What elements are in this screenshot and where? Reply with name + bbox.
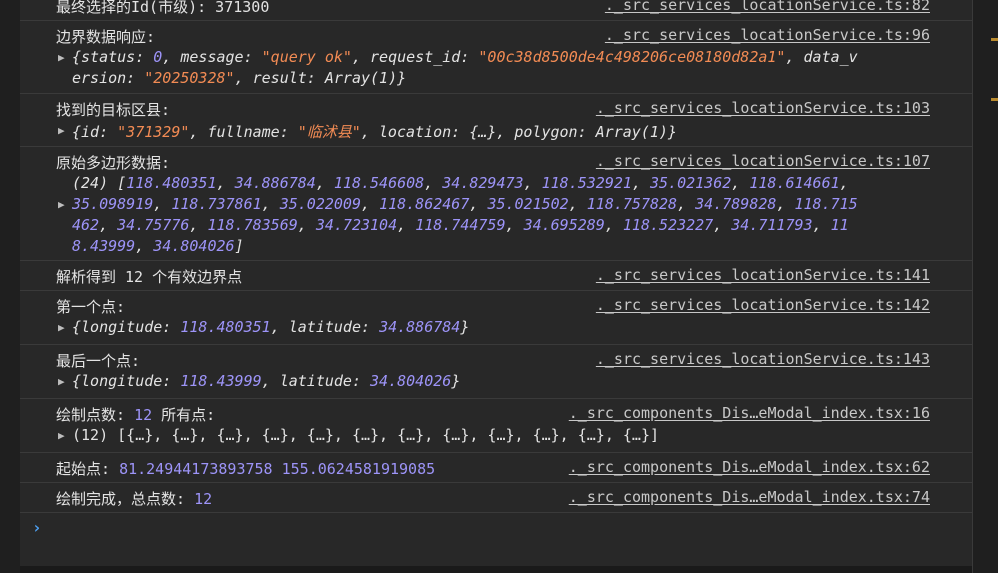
log-entry: 第一个点: ._src_services_locationService.ts:… (20, 290, 972, 345)
log-message: 边界数据响应: (56, 28, 156, 46)
log-message: 绘制完成，总点数: 12 (56, 490, 213, 508)
log-message: 原始多边形数据: (56, 154, 171, 172)
array-preview-row[interactable]: (24) [118.480351, 34.886784, 118.546608,… (72, 174, 849, 192)
left-gutter (0, 0, 20, 573)
expand-triangle-icon[interactable]: ▶ (58, 321, 65, 334)
source-link[interactable]: ._src_services_locationService.ts:82 (605, 0, 930, 14)
source-link[interactable]: ._src_components_Dis…eModal_index.tsx:74 (569, 488, 930, 506)
console-panel: 最终选择的Id(市级): 371300 ._src_services_locat… (20, 0, 972, 573)
log-message: 绘制点数: 12 所有点: (56, 406, 216, 424)
log-entry: 原始多边形数据: ._src_services_locationService.… (20, 146, 972, 261)
log-entry: 解析得到 12 个有效边界点 ._src_services_locationSe… (20, 260, 972, 291)
log-message: 第一个点: (56, 298, 126, 316)
log-entry: 绘制点数: 12 所有点: ._src_components_Dis…eModa… (20, 398, 972, 453)
console-prompt[interactable]: › (32, 518, 42, 537)
log-message: 最后一个点: (56, 352, 141, 370)
object-preview[interactable]: {longitude: 118.43999, latitude: 34.8040… (72, 372, 460, 390)
log-message: 解析得到 12 个有效边界点 (56, 268, 243, 286)
expand-triangle-icon[interactable]: ▶ (58, 375, 65, 388)
expand-triangle-icon[interactable]: ▶ (58, 51, 65, 64)
array-preview-row: 462, 34.75776, 118.783569, 34.723104, 11… (72, 216, 849, 234)
bottom-strip (20, 566, 972, 573)
source-link[interactable]: ._src_services_locationService.ts:142 (596, 296, 930, 314)
source-link[interactable]: ._src_components_Dis…eModal_index.tsx:62 (569, 458, 930, 476)
log-message: 找到的目标区县: (56, 101, 171, 119)
object-preview[interactable]: {status: 0, message: "query ok", request… (72, 48, 858, 66)
log-entry: 最后一个点: ._src_services_locationService.ts… (20, 344, 972, 399)
log-message: 起始点: 81.24944173893758 155.0624581919085 (56, 460, 436, 478)
source-link[interactable]: ._src_services_locationService.ts:103 (596, 99, 930, 117)
source-link[interactable]: ._src_services_locationService.ts:143 (596, 350, 930, 368)
log-entry: 边界数据响应: ._src_services_locationService.t… (20, 20, 972, 94)
warning-marker (991, 98, 998, 101)
object-preview-wrap: ersion: "20250328", result: Array(1)} (72, 69, 407, 87)
source-link[interactable]: ._src_services_locationService.ts:96 (605, 26, 930, 44)
log-message: 最终选择的Id(市级): 371300 (56, 0, 270, 16)
object-preview[interactable]: {id: "371329", fullname: "临沭县", location… (72, 121, 677, 142)
source-link[interactable]: ._src_services_locationService.ts:107 (596, 152, 930, 170)
source-link[interactable]: ._src_components_Dis…eModal_index.tsx:16 (569, 404, 930, 422)
log-entry: 绘制完成，总点数: 12 ._src_components_Dis…eModal… (20, 482, 972, 513)
object-preview[interactable]: {longitude: 118.480351, latitude: 34.886… (72, 318, 469, 336)
log-entry: 最终选择的Id(市级): 371300 ._src_services_locat… (20, 0, 972, 21)
array-preview-row: 8.43999, 34.804026] (72, 237, 244, 255)
array-preview-row: 35.098919, 118.737861, 35.022009, 118.86… (72, 195, 858, 213)
expand-triangle-icon[interactable]: ▶ (58, 429, 65, 442)
right-scroll-gutter[interactable] (972, 0, 998, 573)
expand-triangle-icon[interactable]: ▶ (58, 198, 65, 211)
warning-marker (991, 38, 998, 41)
array-preview[interactable]: (12) [{…}, {…}, {…}, {…}, {…}, {…}, {…},… (72, 426, 659, 444)
log-entry: 起始点: 81.24944173893758 155.0624581919085… (20, 452, 972, 483)
source-link[interactable]: ._src_services_locationService.ts:141 (596, 266, 930, 284)
log-entry: 找到的目标区县: ._src_services_locationService.… (20, 93, 972, 147)
expand-triangle-icon[interactable]: ▶ (58, 124, 65, 137)
